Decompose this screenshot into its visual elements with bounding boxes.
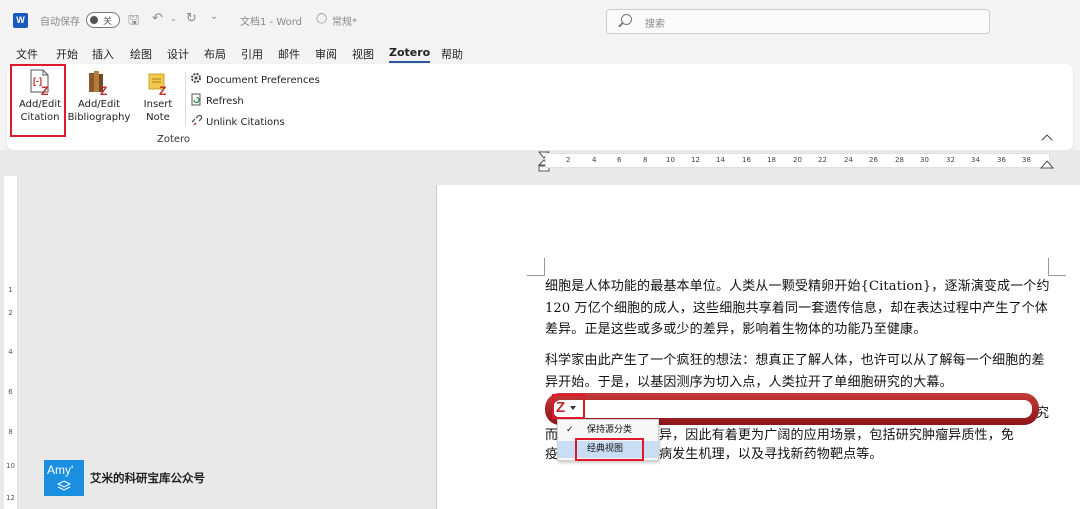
ruler-tick: 34: [971, 156, 980, 164]
margin-corner: [527, 258, 545, 276]
vruler-tick: 8: [8, 428, 13, 436]
vruler-tick: 1: [8, 286, 13, 294]
classic-view-highlight-box: [575, 438, 644, 461]
refresh-label: Refresh: [206, 96, 244, 107]
title-bar: W 自动保存 关 🖫 ↶ ⌄ ↻ ⌄ 文档1 - Word ◯ 常规* 搜索: [0, 0, 1080, 40]
ruler-tick: 8: [643, 156, 648, 164]
tab-design[interactable]: 设计: [167, 46, 189, 62]
tab-references[interactable]: 引用: [241, 46, 263, 62]
zotero-menu-highlight-box: [552, 394, 585, 419]
search-placeholder: 搜索: [645, 19, 665, 30]
citation-highlight-box: [10, 64, 66, 137]
ruler-tick: 26: [869, 156, 878, 164]
search-box[interactable]: 搜索: [606, 9, 990, 34]
insert-note-icon: Z: [145, 68, 171, 98]
tab-draw[interactable]: 绘图: [130, 46, 152, 62]
ruler-tick: 2: [566, 156, 571, 164]
vertical-ruler[interactable]: 1 2 4 6 8 10 12: [4, 176, 18, 509]
add-edit-bibliography-button[interactable]: Z Add/Edit Bibliography: [67, 68, 131, 124]
ruler-tick: 10: [666, 156, 675, 164]
ruler-tick: 18: [767, 156, 776, 164]
watermark-badge: Amy': [47, 463, 74, 477]
bibliography-icon: Z: [86, 68, 112, 98]
insert-note-label-1: Insert: [143, 99, 173, 110]
ruler-tick: 4: [592, 156, 597, 164]
tab-insert[interactable]: 插入: [92, 46, 114, 62]
menu-item-keep-sources-sorted[interactable]: ✓ 保持源分类: [558, 422, 658, 439]
ruler-tick: 30: [920, 156, 929, 164]
margin-corner: [1048, 258, 1066, 276]
insert-note-label-2: Note: [146, 111, 170, 123]
ruler-tick: 16: [742, 156, 751, 164]
vruler-tick: 4: [8, 348, 13, 356]
document-title: 文档1 - Word: [240, 17, 303, 28]
document-preferences-label: Document Preferences: [206, 75, 320, 86]
unlink-citations-button[interactable]: Unlink Citations: [190, 114, 285, 128]
ruler-tick: 6: [617, 156, 622, 164]
svg-text:Z: Z: [100, 84, 107, 96]
ruler-tick: 38: [1022, 156, 1031, 164]
watermark-logo: Amy': [44, 460, 84, 496]
save-icon[interactable]: 🖫: [128, 11, 139, 33]
menu-bar: 文件 开始 插入 绘图 设计 布局 引用 邮件 审阅 视图 Zotero 帮助: [0, 42, 1080, 64]
ruler-tick: 20: [793, 156, 802, 164]
tab-mailings[interactable]: 邮件: [278, 46, 300, 62]
add-edit-bibliography-label-1: Add/Edit: [77, 99, 121, 110]
svg-text:Z: Z: [159, 84, 166, 96]
autosave-state: 关: [103, 17, 113, 27]
watermark-text: 艾米的科研宝库公众号: [90, 471, 205, 485]
ruler-tick: 22: [818, 156, 827, 164]
autosave-label: 自动保存: [40, 17, 80, 28]
tab-zotero[interactable]: Zotero: [389, 46, 431, 63]
shield-icon: ◯: [316, 13, 328, 24]
add-edit-bibliography-label-2: Bibliography: [67, 111, 131, 123]
ribbon-separator: [185, 72, 186, 126]
citation-search-input[interactable]: [553, 400, 1032, 418]
redo-icon[interactable]: ↻: [186, 11, 197, 26]
autosave-toggle[interactable]: 关: [86, 12, 120, 28]
paragraph-1[interactable]: 细胞是人体功能的最基本单位。人类从一颗受精卵开始{Citation}，逐渐演变成…: [545, 276, 1050, 341]
undo-icon[interactable]: ↶: [152, 11, 163, 26]
vruler-tick: 12: [6, 494, 15, 502]
document-preferences-button[interactable]: Document Preferences: [190, 72, 320, 86]
check-icon: ✓: [566, 425, 574, 435]
layers-icon: [57, 480, 71, 491]
ruler-tick: 32: [946, 156, 955, 164]
paragraph-2[interactable]: 科学家由此产生了一个疯狂的想法：想真正了解人体，也许可以从了解每一个细胞的差异开…: [545, 350, 1050, 393]
tab-review[interactable]: 审阅: [315, 46, 337, 62]
customize-toolbar-icon[interactable]: ⌄: [210, 11, 218, 22]
ribbon-group-label: Zotero: [157, 134, 191, 145]
toggle-knob: [90, 16, 98, 24]
refresh-button[interactable]: Refresh: [190, 93, 244, 107]
tab-help[interactable]: 帮助: [441, 46, 463, 62]
tab-layout[interactable]: 布局: [204, 46, 226, 62]
undo-dropdown-icon[interactable]: ⌄: [170, 14, 177, 23]
tab-file[interactable]: 文件: [16, 46, 38, 62]
paragraph-3-line-3: 病发生机理，以及寻找新药物靶点等。: [659, 447, 883, 462]
insert-note-button[interactable]: Z Insert Note: [139, 68, 177, 124]
refresh-icon: [190, 93, 203, 106]
ruler-tick: 12: [691, 156, 700, 164]
tab-view[interactable]: 视图: [352, 46, 374, 62]
ribbon-zotero: [-] Z Add/Edit Citation Z Add/Edit Bibli…: [7, 64, 1073, 150]
word-app-icon: W: [13, 13, 28, 28]
gear-icon: [190, 72, 203, 85]
unlink-icon: [190, 114, 203, 127]
ruler-tick: 14: [716, 156, 725, 164]
paragraph-3-fragment: 究: [1036, 406, 1050, 421]
ruler-tick: 36: [997, 156, 1006, 164]
horizontal-ruler[interactable]: 2 4 6 8 10 12 14 16 18 20 22 24 26 28 30…: [545, 153, 1050, 168]
vruler-tick: 2: [8, 309, 13, 317]
tab-home[interactable]: 开始: [56, 46, 78, 62]
search-icon: [621, 14, 632, 25]
ruler-tick: 24: [844, 156, 853, 164]
vruler-tick: 6: [8, 388, 13, 396]
unlink-citations-label: Unlink Citations: [206, 117, 285, 128]
ruler-tick: 28: [895, 156, 904, 164]
right-indent-icon[interactable]: [1040, 160, 1054, 170]
vruler-tick: 10: [6, 462, 15, 470]
menu-item-label: 保持源分类: [587, 425, 633, 435]
collapse-ribbon-icon[interactable]: [1041, 134, 1053, 146]
sensitivity-label[interactable]: 常规*: [332, 13, 357, 28]
